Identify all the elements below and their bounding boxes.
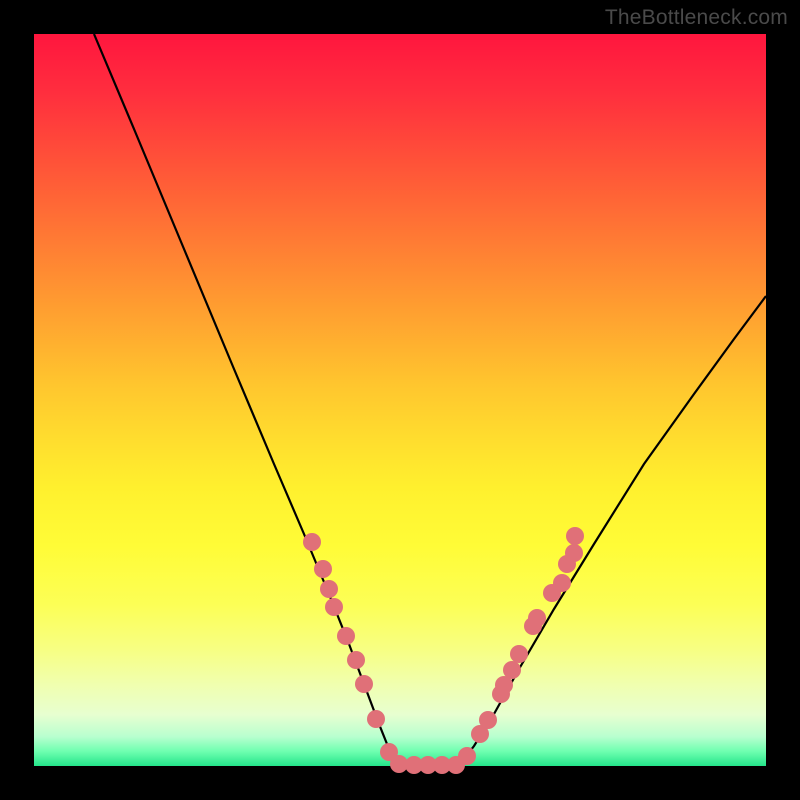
- data-marker: [528, 609, 546, 627]
- data-marker: [479, 711, 497, 729]
- data-marker: [355, 675, 373, 693]
- data-marker: [458, 747, 476, 765]
- curve-line: [94, 34, 766, 764]
- data-marker: [565, 544, 583, 562]
- data-marker: [303, 533, 321, 551]
- outer-frame: TheBottleneck.com: [0, 0, 800, 800]
- bottleneck-curve: [34, 34, 766, 766]
- data-marker: [367, 710, 385, 728]
- data-marker: [503, 661, 521, 679]
- data-marker: [337, 627, 355, 645]
- data-marker: [320, 580, 338, 598]
- data-marker: [314, 560, 332, 578]
- data-marker: [566, 527, 584, 545]
- data-marker: [325, 598, 343, 616]
- marker-layer: [303, 527, 584, 774]
- data-marker: [510, 645, 528, 663]
- data-marker: [553, 574, 571, 592]
- data-marker: [347, 651, 365, 669]
- watermark-text: TheBottleneck.com: [605, 6, 788, 30]
- plot-area: [34, 34, 766, 766]
